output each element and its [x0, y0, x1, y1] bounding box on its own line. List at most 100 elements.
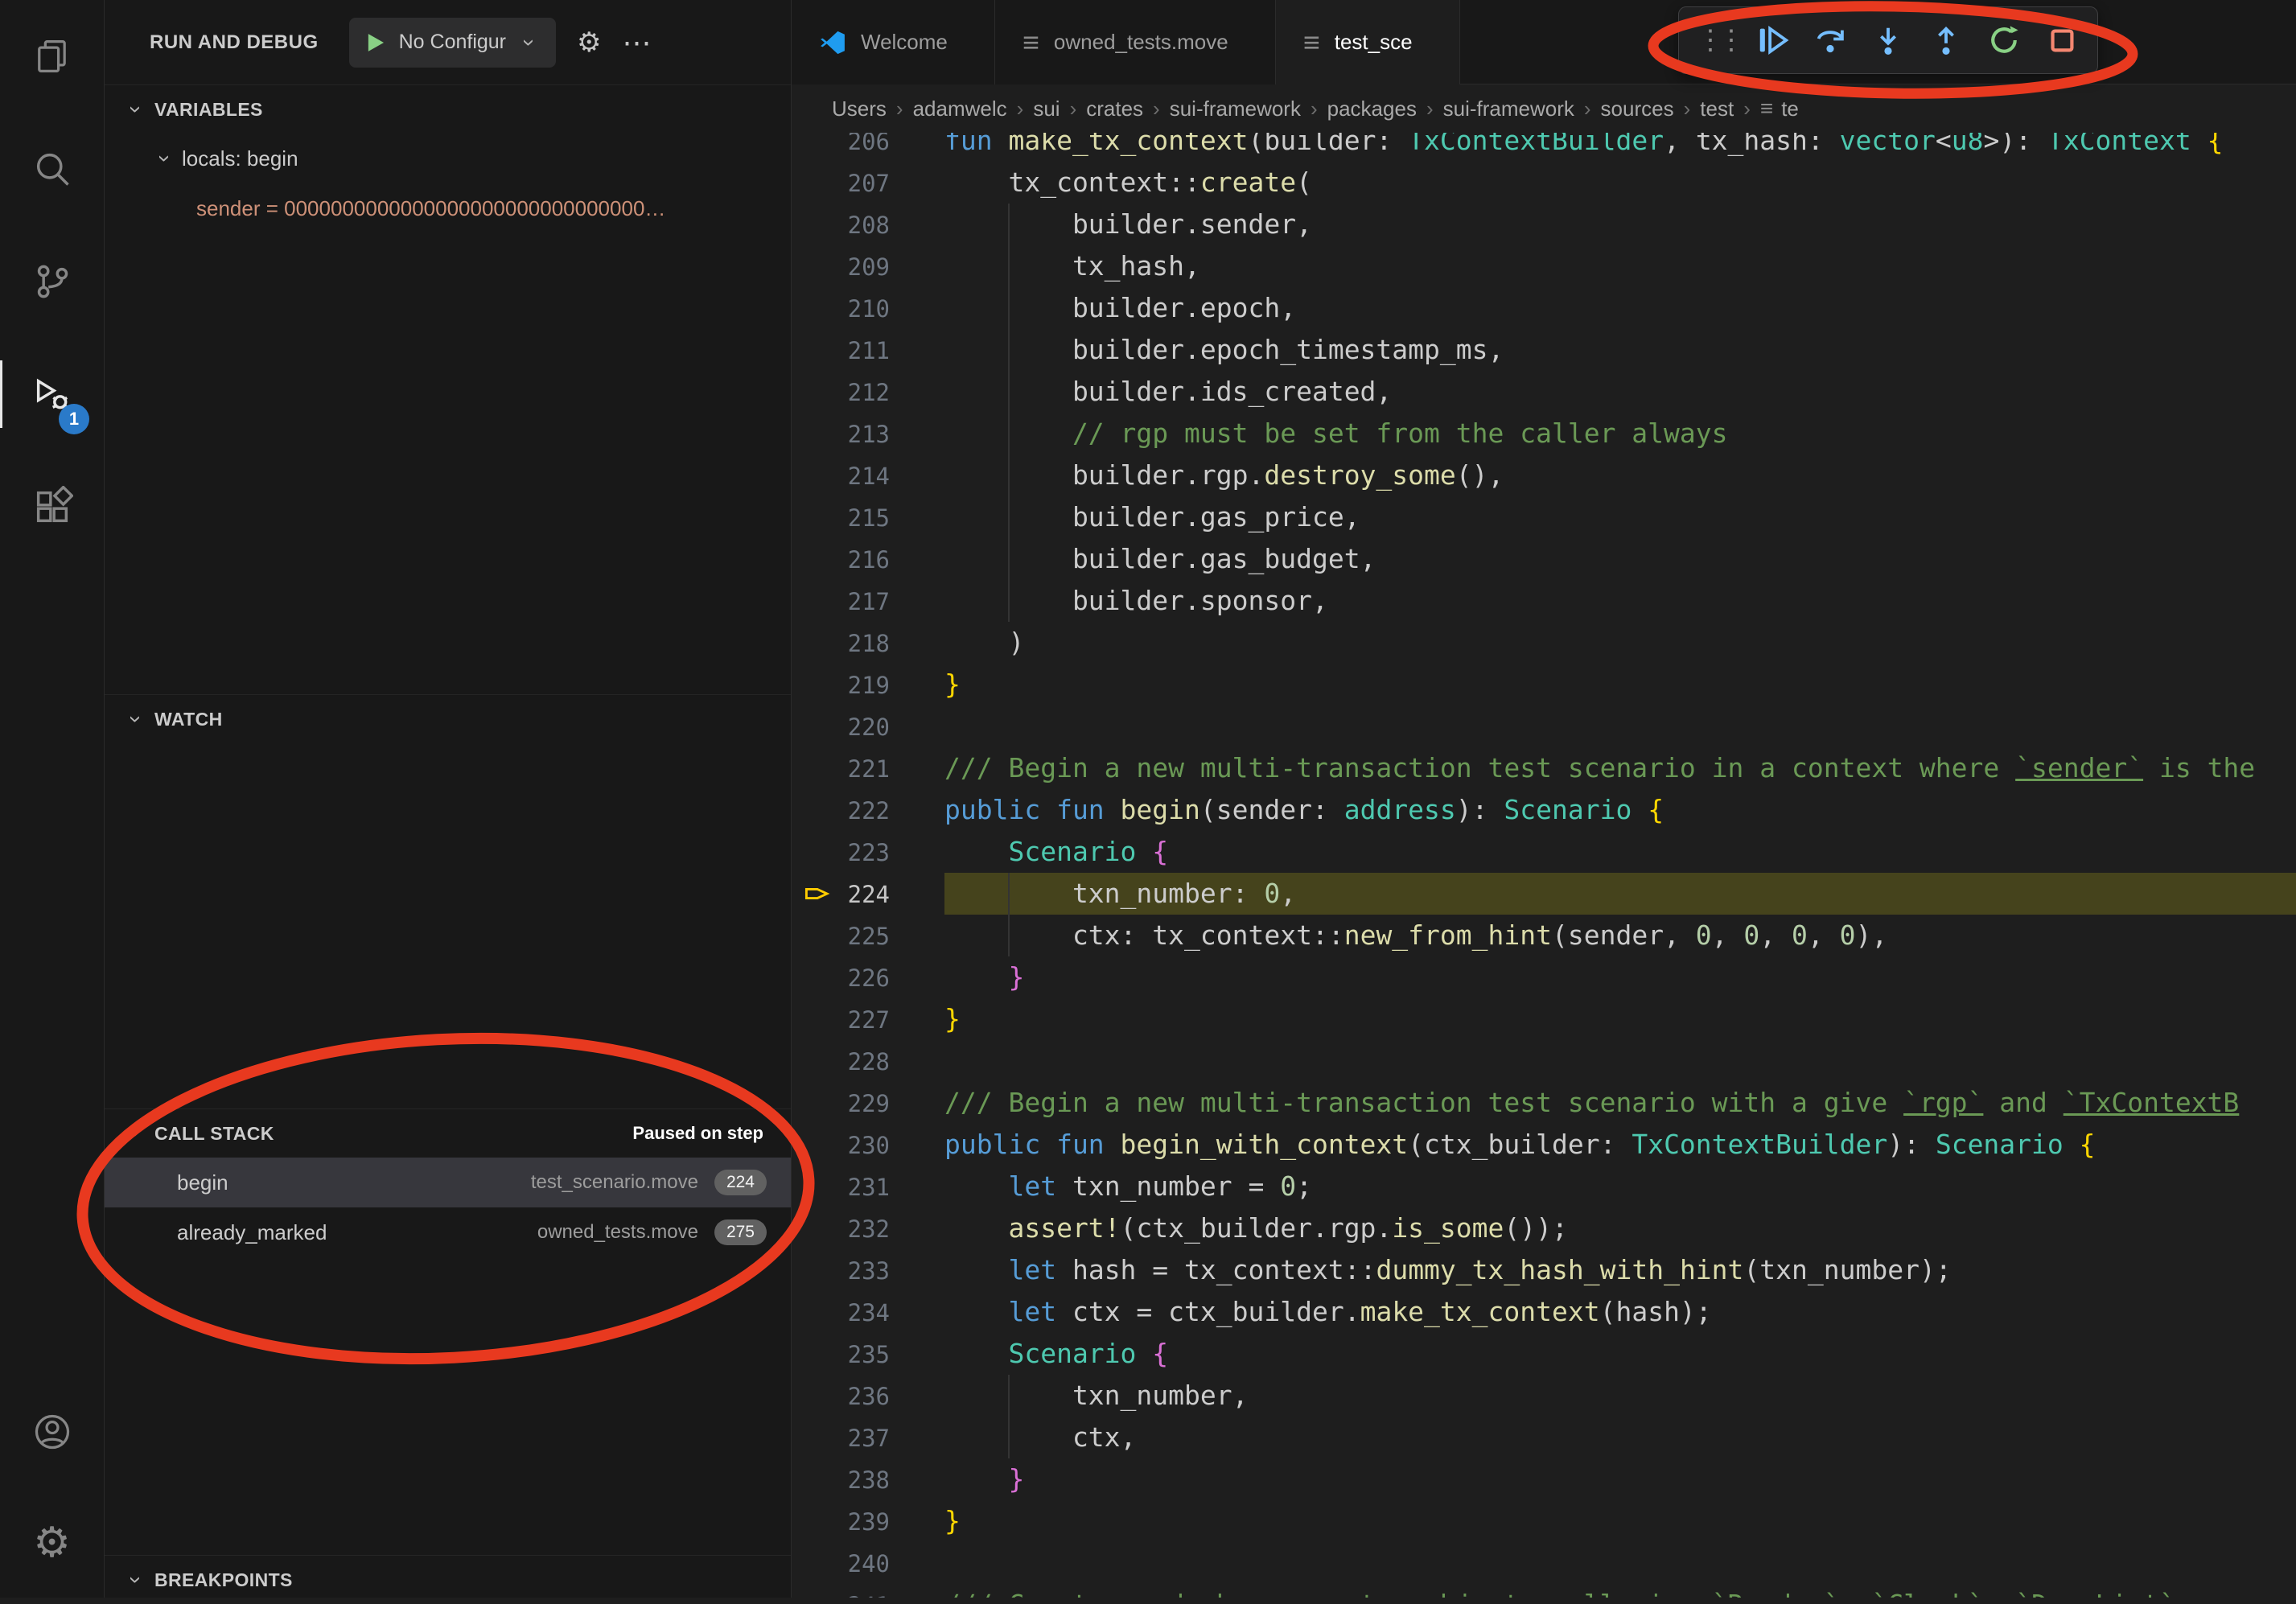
- continue-button[interactable]: [1743, 6, 1801, 74]
- line-number[interactable]: 233: [848, 1250, 944, 1292]
- code-text[interactable]: }: [944, 1458, 2296, 1500]
- gutter[interactable]: 215: [792, 496, 944, 538]
- stack-frame-row[interactable]: already_marked owned_tests.move 275: [105, 1207, 791, 1257]
- line-number[interactable]: 213: [848, 413, 944, 455]
- line-number[interactable]: 224: [848, 874, 944, 915]
- breadcrumb-item[interactable]: te: [1781, 97, 1799, 121]
- drag-handle-icon[interactable]: ⋮⋮: [1685, 6, 1743, 74]
- breadcrumb-item[interactable]: sui-framework: [1443, 97, 1574, 121]
- gutter[interactable]: 230: [792, 1124, 944, 1166]
- restart-button[interactable]: [1975, 6, 2033, 74]
- code-line[interactable]: 231 let txn_number = 0;: [792, 1166, 2296, 1207]
- stack-frame-row[interactable]: begin test_scenario.move 224: [105, 1158, 791, 1207]
- line-number[interactable]: 238: [848, 1459, 944, 1501]
- code-line[interactable]: 207 tx_context::create(: [792, 162, 2296, 204]
- code-text[interactable]: Scenario {: [944, 831, 2296, 873]
- extensions-icon[interactable]: [0, 450, 104, 563]
- code-text[interactable]: tx_hash,: [944, 245, 2296, 287]
- gutter[interactable]: 206: [792, 133, 944, 162]
- code-line[interactable]: 224 txn_number: 0,: [792, 873, 2296, 915]
- gutter[interactable]: 240: [792, 1542, 944, 1584]
- source-control-icon[interactable]: [0, 225, 104, 338]
- line-number[interactable]: 225: [848, 915, 944, 957]
- code-line[interactable]: 214 builder.rgp.destroy_some(),: [792, 454, 2296, 496]
- line-number[interactable]: 208: [848, 204, 944, 246]
- code-text[interactable]: builder.gas_price,: [944, 496, 2296, 538]
- line-number[interactable]: 235: [848, 1334, 944, 1376]
- gutter[interactable]: 232: [792, 1207, 944, 1249]
- line-number[interactable]: 240: [848, 1543, 944, 1585]
- code-line[interactable]: 215 builder.gas_price,: [792, 496, 2296, 538]
- line-number[interactable]: 226: [848, 957, 944, 999]
- variables-header[interactable]: › VARIABLES: [105, 85, 791, 134]
- code-line[interactable]: 213 // rgp must be set from the caller a…: [792, 413, 2296, 454]
- code-text[interactable]: public fun begin_with_context(ctx_builde…: [944, 1124, 2296, 1166]
- line-number[interactable]: 236: [848, 1376, 944, 1417]
- gutter[interactable]: 219: [792, 664, 944, 705]
- gutter[interactable]: 218: [792, 622, 944, 664]
- gutter[interactable]: 237: [792, 1417, 944, 1458]
- line-number[interactable]: 223: [848, 832, 944, 874]
- line-number[interactable]: 206: [848, 133, 944, 162]
- code-line[interactable]: 208 builder.sender,: [792, 204, 2296, 245]
- breadcrumb-item[interactable]: sui-framework: [1170, 97, 1301, 121]
- breadcrumb-item[interactable]: sources: [1601, 97, 1674, 121]
- code-line[interactable]: 211 builder.epoch_timestamp_ms,: [792, 329, 2296, 371]
- code-line[interactable]: 228: [792, 1040, 2296, 1082]
- gutter[interactable]: 208: [792, 204, 944, 245]
- code-text[interactable]: builder.rgp.destroy_some(),: [944, 454, 2296, 496]
- gutter[interactable]: 207: [792, 162, 944, 204]
- gutter[interactable]: 212: [792, 371, 944, 413]
- code-text[interactable]: txn_number: 0,: [944, 873, 2296, 915]
- gutter[interactable]: 214: [792, 454, 944, 496]
- watch-header[interactable]: › WATCH: [105, 695, 791, 743]
- code-text[interactable]: let ctx = ctx_builder.make_tx_context(ha…: [944, 1291, 2296, 1333]
- code-text[interactable]: builder.epoch,: [944, 287, 2296, 329]
- code-line[interactable]: 221/// Begin a new multi-transaction tes…: [792, 747, 2296, 789]
- gutter[interactable]: 209: [792, 245, 944, 287]
- line-number[interactable]: 230: [848, 1125, 944, 1166]
- line-number[interactable]: 209: [848, 246, 944, 288]
- account-icon[interactable]: [0, 1376, 104, 1488]
- line-number[interactable]: 215: [848, 497, 944, 539]
- line-number[interactable]: 217: [848, 581, 944, 623]
- line-number[interactable]: 212: [848, 372, 944, 413]
- gutter[interactable]: 217: [792, 580, 944, 622]
- code-editor[interactable]: 206fun make_tx_context(builder: TxContex…: [792, 133, 2296, 1598]
- gutter[interactable]: 241: [792, 1584, 944, 1598]
- code-text[interactable]: public fun begin(sender: address): Scena…: [944, 789, 2296, 831]
- code-text[interactable]: builder.epoch_timestamp_ms,: [944, 329, 2296, 371]
- code-line[interactable]: 233 let hash = tx_context::dummy_tx_hash…: [792, 1249, 2296, 1291]
- gutter[interactable]: 221: [792, 747, 944, 789]
- breakpoints-header[interactable]: › BREAKPOINTS: [105, 1556, 791, 1604]
- gutter[interactable]: 235: [792, 1333, 944, 1375]
- line-number[interactable]: 210: [848, 288, 944, 330]
- code-line[interactable]: 241/// Creates and shares system objects…: [792, 1584, 2296, 1598]
- line-number[interactable]: 214: [848, 455, 944, 497]
- code-line[interactable]: 234 let ctx = ctx_builder.make_tx_contex…: [792, 1291, 2296, 1333]
- breadcrumb-item[interactable]: sui: [1033, 97, 1060, 121]
- line-number[interactable]: 239: [848, 1501, 944, 1543]
- code-line[interactable]: 218 ): [792, 622, 2296, 664]
- code-text[interactable]: tx_context::create(: [944, 162, 2296, 204]
- code-line[interactable]: 236 txn_number,: [792, 1375, 2296, 1417]
- scope-row-locals[interactable]: › locals: begin: [105, 134, 791, 183]
- more-actions-icon[interactable]: ⋯: [623, 28, 652, 57]
- code-text[interactable]: /// Begin a new multi-transaction test s…: [944, 1082, 2296, 1124]
- code-text[interactable]: ): [944, 622, 2296, 664]
- code-line[interactable]: 227}: [792, 998, 2296, 1040]
- explorer-icon[interactable]: [0, 0, 104, 113]
- gutter[interactable]: 224: [792, 873, 944, 915]
- code-text[interactable]: // rgp must be set from the caller alway…: [944, 413, 2296, 454]
- code-text[interactable]: }: [944, 1500, 2296, 1542]
- tab-welcome[interactable]: Welcome: [792, 0, 995, 84]
- code-line[interactable]: 240: [792, 1542, 2296, 1584]
- gutter[interactable]: 238: [792, 1458, 944, 1500]
- line-number[interactable]: 211: [848, 330, 944, 372]
- stop-button[interactable]: [2033, 6, 2091, 74]
- debug-config-dropdown[interactable]: No Configur ›: [349, 18, 556, 68]
- breadcrumb-item[interactable]: packages: [1327, 97, 1417, 121]
- gutter[interactable]: 236: [792, 1375, 944, 1417]
- code-line[interactable]: 210 builder.epoch,: [792, 287, 2296, 329]
- line-number[interactable]: 231: [848, 1166, 944, 1208]
